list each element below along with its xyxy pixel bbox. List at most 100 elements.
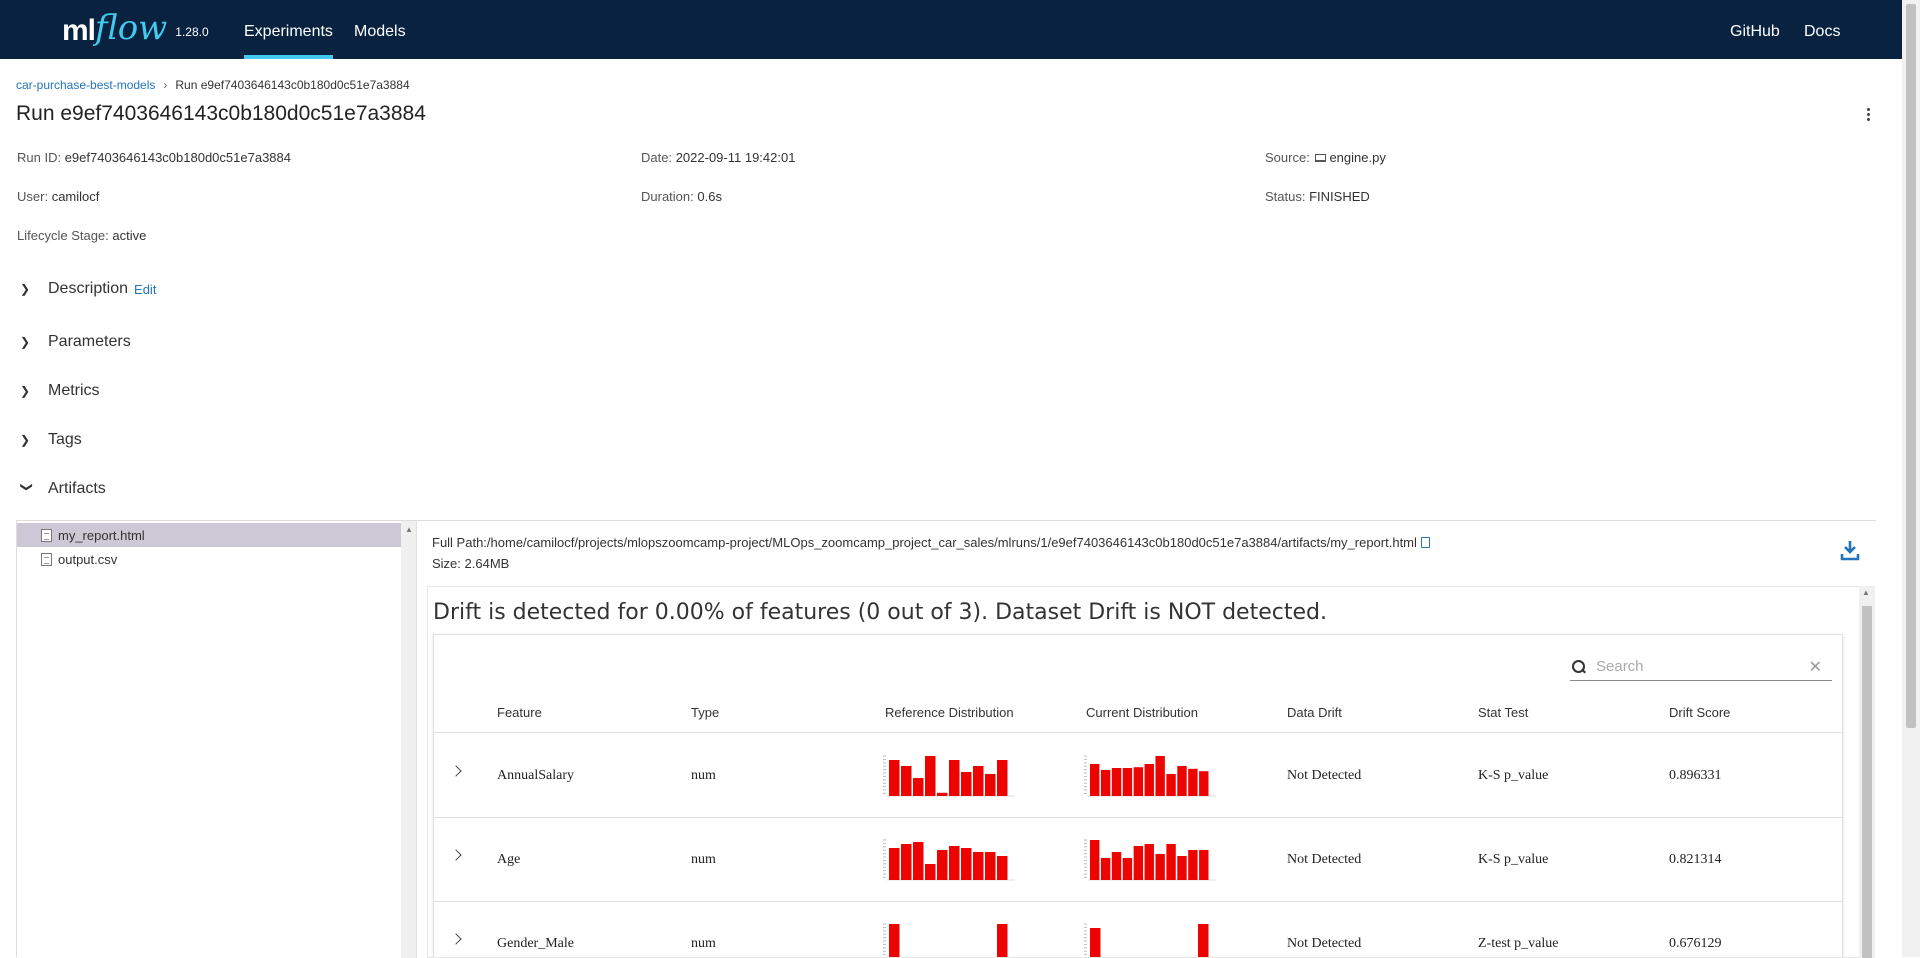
data-drift-value: Not Detected bbox=[1287, 768, 1362, 783]
section-parameters[interactable]: ❯ Parameters bbox=[20, 333, 131, 351]
html-report-frame: Drift is detected for 0.00% of features … bbox=[427, 586, 1865, 958]
drift-summary-heading: Drift is detected for 0.00% of features … bbox=[433, 600, 1327, 625]
histogram-bar bbox=[1133, 846, 1144, 880]
status-value: FINISHED bbox=[1309, 189, 1370, 204]
feature-name: Gender_Male bbox=[497, 936, 574, 951]
expand-row-icon[interactable] bbox=[452, 764, 462, 780]
logo-flow-text: flow bbox=[95, 8, 168, 48]
histogram-bar bbox=[949, 846, 960, 880]
search-icon bbox=[1572, 659, 1586, 674]
expand-row-icon[interactable] bbox=[452, 932, 462, 948]
file-item-output-csv[interactable]: output.csv bbox=[17, 547, 401, 571]
table-row: AnnualSalary num Not Detected K-S p_valu… bbox=[434, 734, 1844, 818]
histogram-bar bbox=[1122, 858, 1133, 880]
column-header-reference-distribution[interactable]: Reference Distribution bbox=[885, 705, 1014, 720]
chevron-right-icon: ❯ bbox=[20, 282, 31, 296]
histogram-bar bbox=[973, 852, 984, 880]
histogram-bar bbox=[925, 756, 936, 796]
reference-distribution-chart bbox=[883, 755, 1015, 797]
nav-github[interactable]: GitHub bbox=[1730, 0, 1780, 59]
histogram-bar bbox=[997, 856, 1008, 880]
logo-ml-text: ml bbox=[62, 14, 96, 47]
column-header-feature[interactable]: Feature bbox=[497, 705, 542, 720]
stat-test-value: K-S p_value bbox=[1478, 768, 1549, 783]
histogram-bar bbox=[1100, 858, 1111, 880]
source-field: Source: engine.py bbox=[1265, 150, 1386, 165]
column-header-data-drift[interactable]: Data Drift bbox=[1287, 705, 1342, 720]
column-header-drift-score[interactable]: Drift Score bbox=[1669, 705, 1730, 720]
feature-name: AnnualSalary bbox=[497, 768, 574, 783]
nav-docs[interactable]: Docs bbox=[1804, 0, 1840, 59]
stat-test-value: Z-test p_value bbox=[1478, 936, 1559, 951]
histogram-bar bbox=[961, 772, 972, 796]
duration-field: Duration: 0.6s bbox=[641, 189, 722, 204]
artifact-info: Full Path:/home/camilocf/projects/mlopsz… bbox=[432, 532, 1430, 574]
histogram-bar bbox=[1090, 928, 1101, 957]
column-header-stat-test[interactable]: Stat Test bbox=[1478, 705, 1528, 720]
histogram-bar bbox=[997, 760, 1008, 796]
download-icon[interactable] bbox=[1840, 539, 1860, 561]
breadcrumb: car-purchase-best-models › Run e9ef7403646… bbox=[16, 78, 410, 92]
histogram-bar bbox=[889, 924, 900, 957]
page-scrollbar[interactable] bbox=[1902, 0, 1920, 957]
section-tags[interactable]: ❯ Tags bbox=[20, 431, 82, 449]
histogram-bar bbox=[1199, 850, 1209, 880]
nav-models[interactable]: Models bbox=[354, 0, 406, 59]
feature-type: num bbox=[691, 768, 716, 783]
section-description[interactable]: ❯ Description Edit bbox=[20, 280, 156, 298]
search-field[interactable]: ✕ bbox=[1570, 653, 1832, 681]
file-tree-scrollbar[interactable]: ▲ bbox=[401, 521, 417, 958]
scroll-up-arrow-icon[interactable]: ▲ bbox=[1862, 588, 1870, 597]
reference-distribution-chart bbox=[883, 839, 1015, 881]
histogram-bar bbox=[1188, 768, 1198, 796]
histogram-bar bbox=[913, 778, 924, 796]
histogram-bar bbox=[1144, 844, 1154, 880]
run-id-field: Run ID: e9ef7403646143c0b180d0c51e7a3884 bbox=[17, 150, 291, 165]
top-navbar: ml flow 1.28.0 Experiments Models GitHub… bbox=[0, 0, 1902, 59]
feature-type: num bbox=[691, 936, 716, 951]
file-item-my-report[interactable]: my_report.html bbox=[17, 523, 401, 547]
histogram-bar bbox=[901, 766, 912, 796]
breadcrumb-separator: › bbox=[163, 78, 168, 92]
section-artifacts[interactable]: ❯ Artifacts bbox=[20, 480, 106, 498]
histogram-bar bbox=[985, 852, 996, 880]
copy-icon[interactable] bbox=[1420, 537, 1430, 548]
drift-score-value: 0.821314 bbox=[1669, 852, 1722, 867]
column-header-type[interactable]: Type bbox=[691, 705, 719, 720]
expand-row-icon[interactable] bbox=[452, 848, 462, 864]
more-options-icon[interactable] bbox=[1862, 104, 1874, 124]
chevron-down-icon: ❯ bbox=[20, 482, 34, 493]
feature-type: num bbox=[691, 852, 716, 867]
search-input[interactable] bbox=[1596, 658, 1809, 675]
current-distribution-chart bbox=[1084, 923, 1209, 957]
histogram-bar bbox=[1177, 766, 1187, 796]
report-scrollbar[interactable]: ▲ bbox=[1859, 586, 1875, 958]
clear-search-icon[interactable]: ✕ bbox=[1809, 657, 1822, 677]
histogram-bar bbox=[1155, 854, 1165, 880]
histogram-bar bbox=[1133, 767, 1144, 796]
histogram-bar bbox=[889, 760, 900, 796]
artifacts-panel: my_report.html output.csv ▲ Full Path:/h… bbox=[16, 520, 1876, 958]
table-header: Feature Type Reference Distribution Curr… bbox=[434, 705, 1844, 733]
duration-value: 0.6s bbox=[697, 189, 722, 204]
source-value[interactable]: engine.py bbox=[1329, 150, 1385, 165]
laptop-icon bbox=[1315, 154, 1327, 162]
histogram-bar bbox=[1155, 756, 1165, 796]
section-metrics[interactable]: ❯ Metrics bbox=[20, 382, 100, 400]
histogram-bar bbox=[949, 760, 960, 796]
edit-description-link[interactable]: Edit bbox=[134, 282, 156, 297]
column-header-current-distribution[interactable]: Current Distribution bbox=[1086, 705, 1198, 720]
histogram-bar bbox=[1177, 856, 1187, 880]
mlflow-logo[interactable]: ml flow 1.28.0 bbox=[62, 4, 209, 48]
nav-experiments[interactable]: Experiments bbox=[244, 0, 333, 59]
histogram-bar bbox=[1111, 852, 1122, 880]
page-title: Run e9ef7403646143c0b180d0c51e7a3884 bbox=[16, 102, 426, 125]
scroll-up-arrow-icon[interactable]: ▲ bbox=[405, 525, 413, 534]
report-scrollbar-thumb[interactable] bbox=[1862, 606, 1872, 958]
page-scrollbar-thumb[interactable] bbox=[1906, 4, 1916, 728]
table-row: Gender_Male num Not Detected Z-test p_va… bbox=[434, 902, 1844, 957]
file-icon bbox=[41, 552, 52, 566]
histogram-bar bbox=[1122, 768, 1133, 796]
histogram-bar bbox=[925, 864, 936, 880]
breadcrumb-experiment-link[interactable]: car-purchase-best-models bbox=[16, 78, 155, 92]
